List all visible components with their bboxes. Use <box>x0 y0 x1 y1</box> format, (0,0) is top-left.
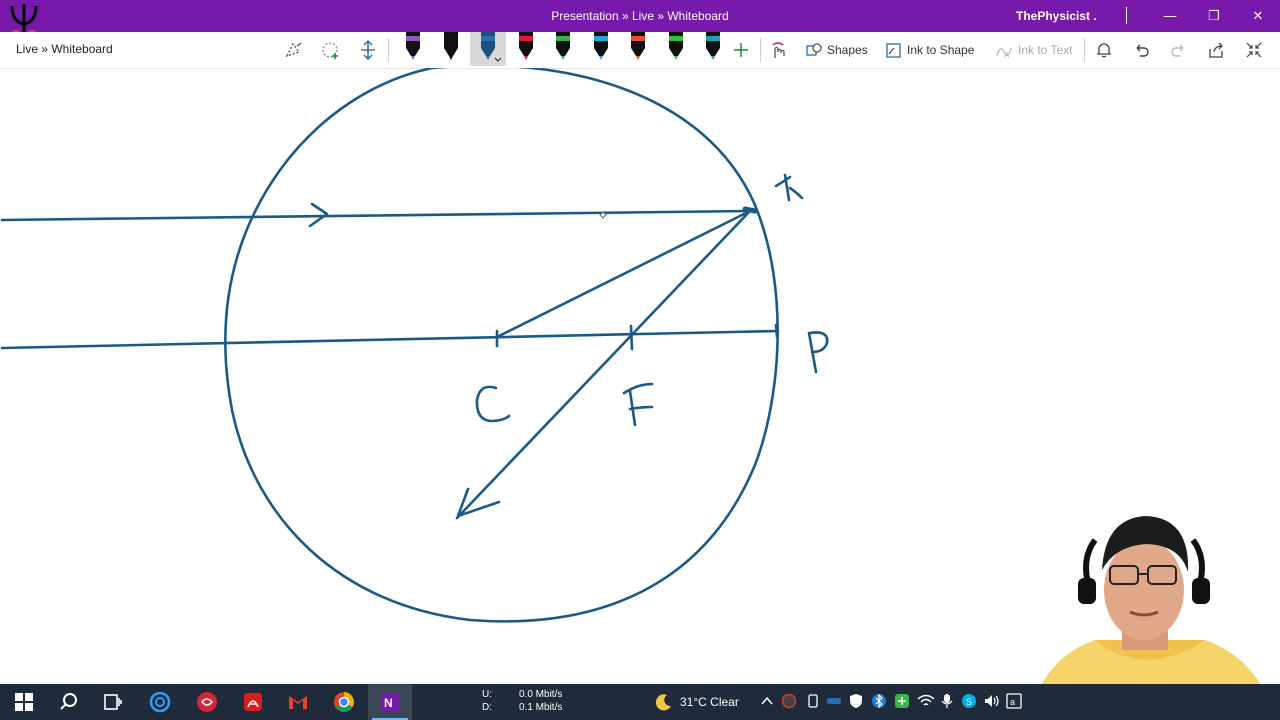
usb-device-icon[interactable] <box>806 693 820 709</box>
svg-text:S: S <box>966 697 972 707</box>
ink-to-text-button[interactable]: A Ink to Text <box>995 38 1072 62</box>
principal-axis <box>0 329 780 350</box>
close-button[interactable]: ✕ <box>1238 0 1278 32</box>
tick-f <box>629 324 634 351</box>
tray-blue-icon[interactable] <box>826 694 842 708</box>
mirror-circle <box>224 68 779 623</box>
windows-start-icon[interactable] <box>12 690 36 714</box>
svg-text:N: N <box>384 696 393 710</box>
normal-line-xc <box>495 209 752 339</box>
ribbon-divider <box>388 38 389 62</box>
redo-icon[interactable] <box>1170 38 1188 62</box>
title-divider <box>1126 7 1127 24</box>
restore-button[interactable]: ❐ <box>1194 0 1234 32</box>
upload-rate: 0.0 Mbit/s <box>519 689 563 700</box>
weather-text[interactable]: 31°C Clear <box>680 695 739 709</box>
add-space-icon[interactable] <box>320 38 342 62</box>
ink-to-text-icon: A <box>996 47 1012 59</box>
incident-ray <box>0 209 752 222</box>
search-icon[interactable] <box>57 690 81 714</box>
add-pen-icon[interactable] <box>732 38 750 62</box>
speaker-volume-icon[interactable] <box>983 693 1001 709</box>
breadcrumb: Live » Whiteboard <box>16 42 113 56</box>
chevron-up-icon[interactable] <box>760 694 774 708</box>
onenote-icon: N <box>381 693 399 711</box>
keyboard-language-icon[interactable]: a <box>1006 693 1022 709</box>
black-pen-icon[interactable] <box>398 32 428 66</box>
security-shield-icon[interactable] <box>848 693 864 709</box>
app-icon-red[interactable] <box>195 690 219 714</box>
red-pen-icon[interactable] <box>511 32 541 66</box>
ink-to-shape-button[interactable]: Ink to Shape <box>885 38 974 62</box>
svg-text:a: a <box>1010 697 1015 707</box>
minimize-button[interactable]: — <box>1150 0 1190 32</box>
blue-pen-icon[interactable] <box>470 32 506 66</box>
lasso-select-icon[interactable] <box>284 38 304 62</box>
notification-bell-icon[interactable] <box>1095 38 1113 62</box>
ink-to-shape-label: Ink to Shape <box>907 43 975 57</box>
draw-ribbon: Live » Whiteboard Shapes Ink to Shape A … <box>0 32 1280 69</box>
moon-weather-icon[interactable] <box>654 692 674 712</box>
onenote-active-task[interactable]: N <box>368 684 412 720</box>
green-highlighter-icon[interactable] <box>661 32 691 66</box>
orange-pen-icon[interactable] <box>623 32 653 66</box>
download-label: D: <box>482 702 492 713</box>
label-f <box>622 382 654 427</box>
chrome-icon[interactable] <box>332 690 356 714</box>
microphone-icon[interactable] <box>940 693 954 709</box>
skype-icon[interactable]: S <box>961 693 977 709</box>
touch-draw-icon[interactable] <box>768 38 788 62</box>
download-rate: 0.1 Mbit/s <box>519 702 563 713</box>
tick-p <box>774 323 779 339</box>
label-c <box>475 385 511 423</box>
shapes-button[interactable]: Shapes <box>806 38 868 62</box>
wifi-icon[interactable] <box>917 693 935 709</box>
cyan-pen-icon[interactable] <box>586 32 616 66</box>
tray-green-icon[interactable] <box>894 693 910 709</box>
upload-label: U: <box>482 689 492 700</box>
ribbon-divider <box>1084 38 1085 62</box>
label-x <box>774 173 804 202</box>
shapes-label: Shapes <box>827 43 868 57</box>
full-screen-icon[interactable] <box>1245 38 1263 62</box>
acrobat-icon[interactable] <box>241 690 265 714</box>
ink-to-text-label: Ink to Text <box>1018 43 1073 57</box>
svg-text:A: A <box>1004 51 1010 59</box>
undo-icon[interactable] <box>1132 38 1150 62</box>
task-view-icon[interactable] <box>101 690 125 714</box>
bluetooth-icon[interactable] <box>872 693 886 709</box>
gmail-icon[interactable] <box>286 690 310 714</box>
ribbon-divider <box>760 38 761 62</box>
black-pen-icon[interactable] <box>436 32 466 66</box>
title-bar: Presentation » Live » Whiteboard ThePhys… <box>0 0 1280 42</box>
shapes-icon <box>806 43 822 56</box>
share-icon[interactable] <box>1207 38 1225 62</box>
reflected-ray <box>455 209 752 520</box>
cortana-icon[interactable] <box>148 690 172 714</box>
signed-in-user[interactable]: ThePhysicist . <box>1016 9 1097 23</box>
label-p <box>807 331 829 374</box>
teal-pen-icon[interactable] <box>698 32 728 66</box>
point-x-dot <box>742 206 758 214</box>
tray-app-icon[interactable] <box>781 693 797 709</box>
green-pen-icon[interactable] <box>548 32 578 66</box>
insert-space-icon[interactable] <box>358 38 378 62</box>
windows-taskbar: N U: D: 0.0 Mbit/s 0.1 Mbit/s 31°C Clear… <box>0 684 1280 720</box>
ink-to-shape-icon <box>886 42 901 58</box>
